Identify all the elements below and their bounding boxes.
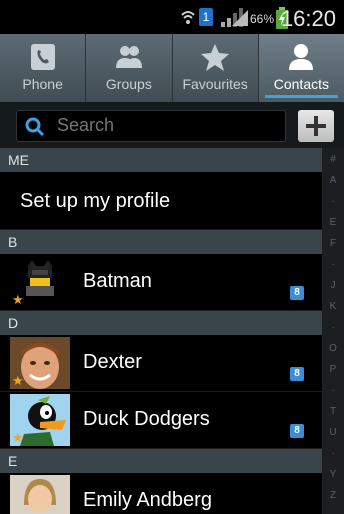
tab-contacts[interactable]: Contacts	[258, 34, 344, 102]
tab-label: Groups	[105, 76, 152, 92]
search-row	[0, 102, 344, 148]
tab-favourites[interactable]: Favourites	[173, 34, 259, 102]
signal-strength-icon	[232, 10, 248, 26]
tab-groups[interactable]: Groups	[86, 34, 173, 102]
index-letter[interactable]: Z	[322, 490, 344, 501]
plus-icon	[306, 116, 326, 136]
set-up-profile-row[interactable]: Set up my profile	[0, 172, 322, 230]
sim-icon: 1	[199, 8, 213, 26]
favourite-star-icon: ★	[12, 292, 24, 307]
contact-name: Duck Dodgers	[83, 408, 210, 430]
list-item[interactable]: Emily Andberg	[0, 473, 322, 514]
index-letter[interactable]: A	[322, 175, 344, 186]
section-header-me: ME	[0, 148, 322, 172]
index-letter[interactable]: ·	[322, 385, 344, 396]
index-letter[interactable]: K	[322, 301, 344, 312]
star-icon	[201, 44, 230, 71]
google-account-icon: 8	[290, 424, 304, 438]
contact-list: ME Set up my profile B ★ Batman 8 D ★ De…	[0, 148, 322, 514]
contact-name: Dexter	[83, 351, 142, 373]
list-item[interactable]: ★ Dexter 8	[0, 335, 322, 392]
tab-label: Contacts	[273, 76, 329, 92]
index-letter[interactable]: E	[322, 217, 344, 228]
index-letter[interactable]: U	[322, 427, 344, 438]
index-letter[interactable]: #	[322, 154, 344, 165]
add-contact-button[interactable]	[298, 110, 334, 142]
index-letter[interactable]: ·	[322, 448, 344, 459]
tab-label: Phone	[22, 76, 63, 92]
tab-bar: Phone Groups Favourites Contacts	[0, 34, 344, 102]
contact-name: Batman	[83, 270, 152, 292]
index-letter[interactable]: Y	[322, 469, 344, 480]
index-letter[interactable]: P	[322, 364, 344, 375]
contact-name: Emily Andberg	[83, 489, 212, 511]
index-letter[interactable]: ·	[322, 322, 344, 333]
section-header-b: B	[0, 230, 322, 254]
index-letter[interactable]: ·	[322, 259, 344, 270]
person-icon	[289, 44, 314, 70]
phone-icon	[30, 44, 55, 70]
active-tab-indicator	[264, 95, 338, 98]
status-bar: 1 66% 16:20	[0, 0, 344, 34]
clock: 16:20	[280, 6, 336, 31]
index-letter[interactable]: T	[322, 406, 344, 417]
google-account-icon: 8	[290, 286, 304, 300]
favourite-star-icon: ★	[12, 373, 24, 388]
favourite-star-icon: ★	[12, 430, 24, 445]
emily-avatar	[10, 475, 70, 514]
search-box[interactable]	[16, 110, 286, 142]
groups-icon	[115, 46, 142, 68]
search-input[interactable]	[57, 115, 277, 136]
list-item[interactable]: ★ Duck Dodgers 8	[0, 392, 322, 449]
section-header-e: E	[0, 449, 322, 473]
list-item[interactable]: ★ Batman 8	[0, 254, 322, 311]
tab-label: Favourites	[182, 76, 248, 92]
index-letter[interactable]: O	[322, 343, 344, 354]
index-letter[interactable]: J	[322, 280, 344, 291]
index-letter[interactable]: F	[322, 238, 344, 249]
search-icon	[25, 117, 45, 137]
sim-label: 1	[202, 10, 210, 24]
index-letter[interactable]: ·	[322, 196, 344, 207]
google-account-icon: 8	[290, 367, 304, 381]
section-header-d: D	[0, 311, 322, 335]
wifi-icon	[181, 11, 195, 24]
battery-percent: 66%	[250, 12, 275, 26]
alphabet-index-bar[interactable]: # A · E F · J K · O P · T U · Y Z	[322, 148, 344, 514]
tab-phone[interactable]: Phone	[0, 34, 87, 102]
